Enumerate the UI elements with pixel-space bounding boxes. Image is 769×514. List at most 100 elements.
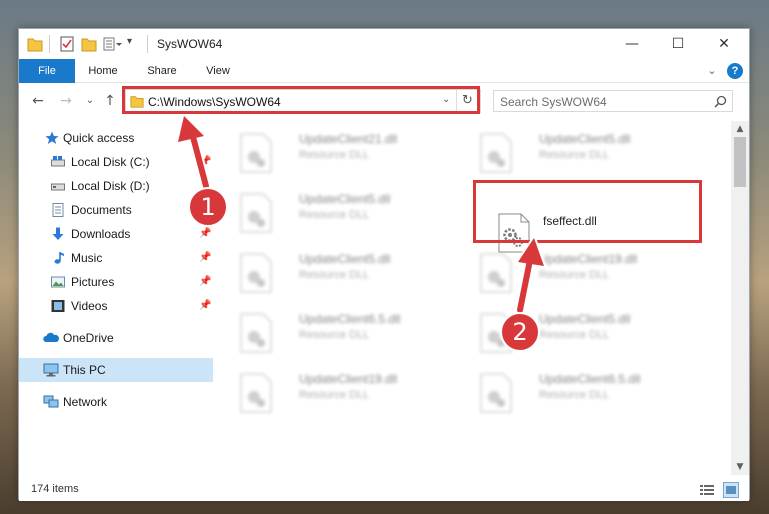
file-type: Resource DLL	[299, 389, 370, 401]
sidebar-item-network[interactable]: Network	[19, 390, 213, 414]
folder-icon	[27, 38, 43, 52]
file-name: UpdateClient5.dll	[299, 252, 391, 266]
sidebar-item-music[interactable]: Music 📌	[19, 246, 213, 270]
tab-file[interactable]: File	[19, 59, 75, 83]
sidebar-item-label: Network	[63, 395, 108, 409]
pin-icon[interactable]: 📌	[199, 246, 211, 270]
sidebar-item-onedrive[interactable]: OneDrive	[19, 326, 213, 350]
forward-button[interactable]: →	[57, 92, 75, 110]
file-name: UpdateClient19.dll	[539, 252, 638, 266]
close-button[interactable]: ✕	[701, 29, 747, 59]
sidebar-item-local-disk-c[interactable]: Local Disk (C:) 📌	[19, 150, 213, 174]
sidebar-item-downloads[interactable]: Downloads 📌	[19, 222, 213, 246]
dll-file-icon	[480, 253, 512, 293]
minimize-button[interactable]: —	[609, 29, 655, 59]
sidebar-item-videos[interactable]: Videos 📌	[19, 294, 213, 318]
file-name: UpdateClient21.dll	[299, 132, 398, 146]
vertical-scrollbar[interactable]: ▲ ▼	[731, 121, 749, 475]
pin-icon[interactable]: 📌	[199, 150, 211, 174]
file-type: Resource DLL	[299, 269, 370, 281]
tab-home[interactable]: Home	[81, 59, 125, 83]
pin-icon[interactable]: 📌	[199, 270, 211, 294]
file-name: UpdateClient5.dll	[299, 192, 391, 206]
address-highlight-box	[122, 86, 480, 114]
sidebar-item-quick-access[interactable]: Quick access	[19, 126, 213, 150]
cloud-icon	[43, 332, 59, 342]
sidebar-item-label: Quick access	[63, 131, 135, 145]
file-name: UpdateClient5.dll	[539, 132, 631, 146]
search-icon[interactable]	[714, 95, 727, 108]
dll-file-icon	[480, 133, 512, 173]
recent-locations-button[interactable]: ⌄	[81, 92, 99, 110]
file-tile[interactable]: UpdateClient5.dll Resource DLL	[239, 189, 469, 249]
file-tile[interactable]: UpdateClient6.5.dll Resource DLL	[239, 309, 469, 369]
ribbon-expand-icon[interactable]: ⌄	[703, 59, 721, 83]
drive-icon	[51, 183, 65, 191]
sidebar-item-label: Videos	[71, 299, 108, 313]
pin-icon[interactable]: 📌	[199, 294, 211, 318]
dll-file-icon	[480, 373, 512, 413]
download-icon	[52, 227, 64, 240]
sidebar-item-this-pc[interactable]: This PC	[19, 358, 213, 382]
divider	[49, 35, 50, 53]
scrollbar-thumb[interactable]	[734, 137, 746, 187]
file-name: UpdateClient6.5.dll	[539, 372, 641, 386]
file-name: UpdateClient6.5.dll	[299, 312, 401, 326]
documents-icon	[52, 203, 64, 217]
sidebar-item-label: Documents	[71, 203, 132, 217]
maximize-button[interactable]: ☐	[655, 29, 701, 59]
scroll-down-icon[interactable]: ▼	[731, 459, 749, 475]
drive-icon	[51, 156, 65, 167]
sidebar-item-label: Local Disk (D:)	[71, 179, 150, 193]
details-view-icon[interactable]	[699, 483, 715, 497]
help-icon[interactable]: ?	[727, 63, 743, 79]
sidebar-item-label: Downloads	[71, 227, 131, 241]
divider	[147, 35, 148, 53]
new-folder-icon[interactable]	[81, 35, 97, 53]
pictures-icon	[51, 276, 65, 288]
sidebar-item-pictures[interactable]: Pictures 📌	[19, 270, 213, 294]
file-type: Resource DLL	[539, 149, 610, 161]
sidebar-item-local-disk-d[interactable]: Local Disk (D:)	[19, 174, 213, 198]
file-type: Resource DLL	[539, 269, 610, 281]
item-count: 174 items	[31, 483, 79, 495]
sidebar-item-label: Pictures	[71, 275, 115, 289]
network-icon	[43, 395, 59, 408]
file-type: Resource DLL	[299, 149, 370, 161]
file-name: UpdateClient19.dll	[299, 372, 398, 386]
step-2-callout: 2	[500, 312, 540, 352]
tab-share[interactable]: Share	[139, 59, 185, 83]
sidebar-item-label: Local Disk (C:)	[71, 155, 150, 169]
quick-access-dropdown-icon[interactable]: ▾	[127, 36, 132, 54]
file-tile[interactable]: UpdateClient19.dll Resource DLL	[239, 369, 469, 429]
file-type: Resource DLL	[299, 209, 370, 221]
ribbon-tabs: File Home Share View ⌄ ?	[19, 59, 749, 83]
sidebar-item-label: OneDrive	[63, 331, 114, 345]
file-tile[interactable]: UpdateClient6.5.dll Resource DLL	[479, 369, 709, 429]
dll-file-icon	[240, 373, 272, 413]
file-tile[interactable]: UpdateClient19.dll Resource DLL	[479, 249, 709, 309]
file-highlight-box	[473, 180, 702, 243]
computer-icon	[43, 363, 59, 377]
step-1-callout: 1	[188, 187, 228, 227]
file-tile[interactable]: UpdateClient21.dll Resource DLL	[239, 129, 469, 189]
tab-view[interactable]: View	[197, 59, 239, 83]
search-box[interactable]: Search SysWOW64	[493, 90, 733, 112]
file-tile[interactable]: UpdateClient5.dll Resource DLL	[239, 249, 469, 309]
title-bar: ▾ SysWOW64 — ☐ ✕	[19, 29, 749, 59]
window-title: SysWOW64	[157, 37, 223, 51]
star-icon	[45, 131, 59, 144]
back-button[interactable]: ←	[29, 92, 47, 110]
properties-icon[interactable]	[59, 35, 75, 53]
up-button[interactable]: ↑	[101, 92, 119, 110]
file-type: Resource DLL	[299, 329, 370, 341]
sidebar-item-documents[interactable]: Documents	[19, 198, 213, 222]
large-icons-view-icon[interactable]	[723, 482, 739, 498]
scroll-up-icon[interactable]: ▲	[731, 121, 749, 137]
customize-toolbar-icon[interactable]	[103, 35, 123, 53]
file-type: Resource DLL	[539, 389, 610, 401]
sidebar-item-label: This PC	[63, 363, 106, 377]
search-input[interactable]: Search SysWOW64	[500, 95, 607, 109]
dll-file-icon	[240, 193, 272, 233]
status-bar: 174 items	[19, 479, 749, 501]
